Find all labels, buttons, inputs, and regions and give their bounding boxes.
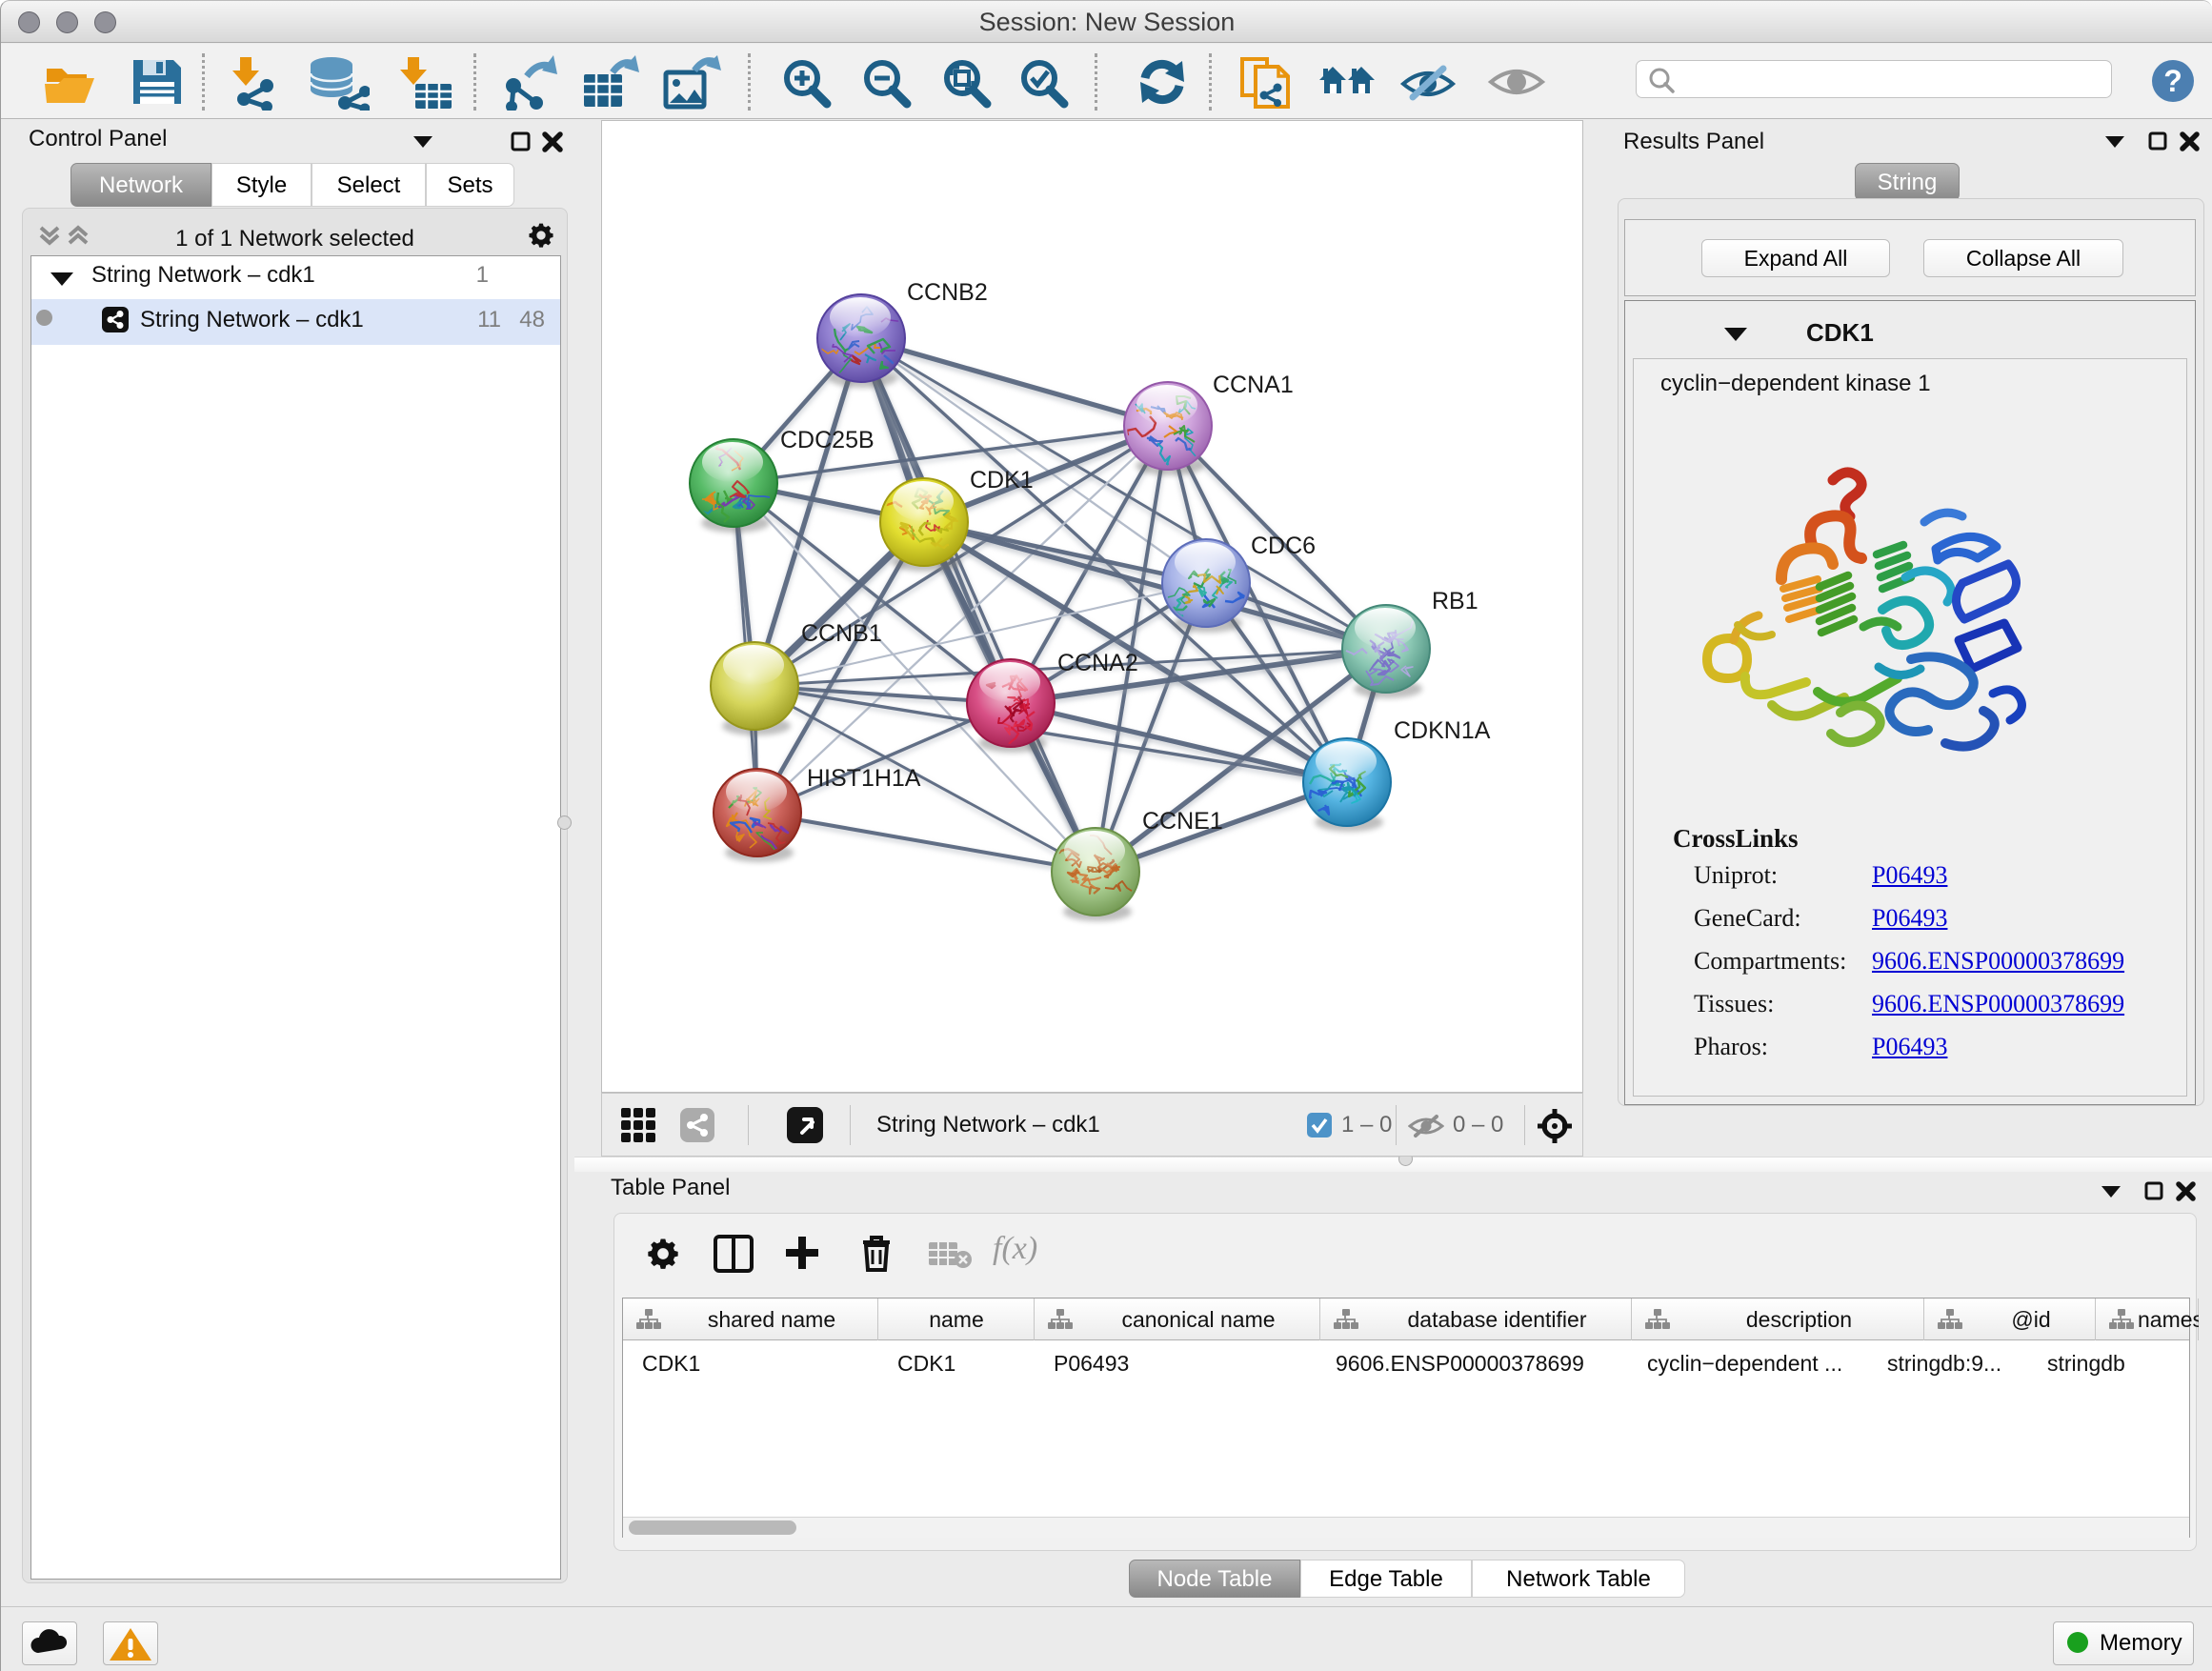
- svg-text:HIST1H1A: HIST1H1A: [807, 765, 921, 792]
- svg-text:?: ?: [2163, 64, 2182, 98]
- svg-text:CCNA2: CCNA2: [1057, 650, 1138, 676]
- svg-text:CCNE1: CCNE1: [1142, 808, 1223, 835]
- svg-text:CDK1: CDK1: [970, 467, 1034, 493]
- svg-text:CDC6: CDC6: [1251, 533, 1316, 559]
- svg-text:CDC25B: CDC25B: [780, 427, 875, 453]
- svg-text:RB1: RB1: [1432, 588, 1478, 614]
- svg-text:CDKN1A: CDKN1A: [1394, 717, 1491, 744]
- svg-text:CCNB1: CCNB1: [801, 620, 882, 647]
- svg-text:CCNA1: CCNA1: [1213, 372, 1294, 398]
- svg-text:CCNB2: CCNB2: [907, 279, 988, 306]
